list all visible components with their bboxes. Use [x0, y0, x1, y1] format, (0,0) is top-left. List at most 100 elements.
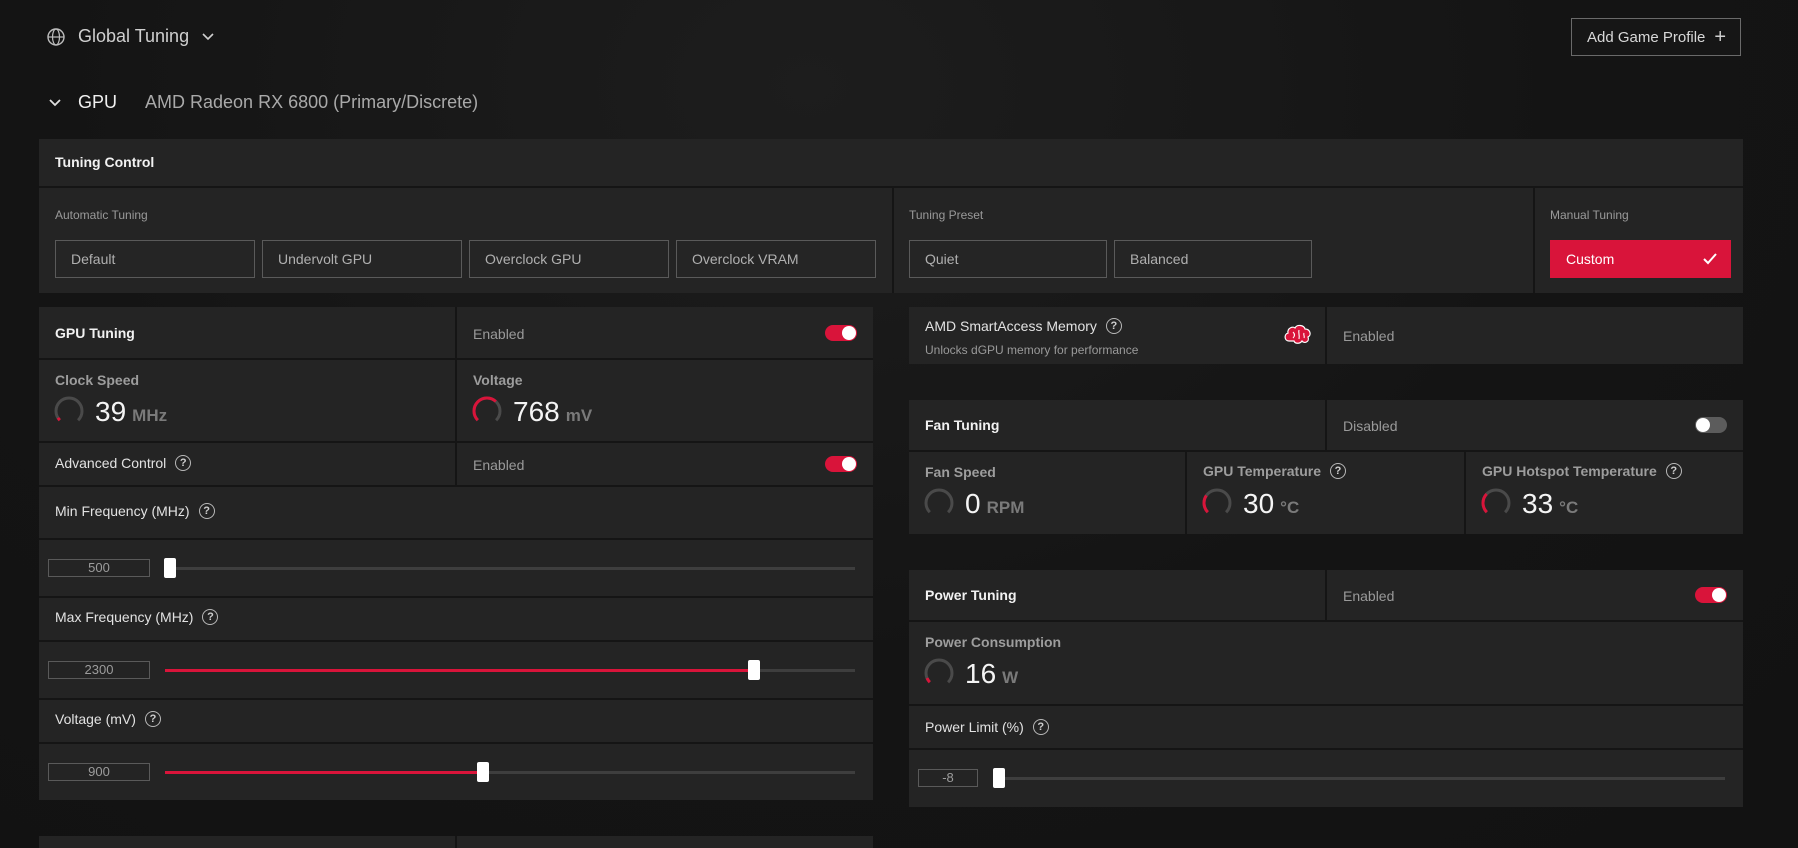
- undervolt-gpu-button[interactable]: Undervolt GPU: [262, 240, 462, 278]
- min-frequency-row: Min Frequency (MHz) ?: [55, 503, 215, 519]
- fan-speed-label: Fan Speed: [925, 464, 996, 480]
- voltage-mv-input[interactable]: 900: [48, 763, 150, 781]
- hotspot-temperature-value: 33: [1522, 488, 1554, 519]
- power-limit-input[interactable]: -8: [918, 769, 978, 787]
- voltage-unit: mV: [565, 406, 593, 425]
- smart-access-status: Enabled: [1343, 328, 1395, 344]
- voltage-mv-slider-thumb[interactable]: [477, 762, 489, 782]
- min-frequency-input[interactable]: 500: [48, 559, 150, 577]
- add-game-profile-button[interactable]: Add Game Profile +: [1571, 18, 1741, 56]
- help-icon[interactable]: ?: [198, 503, 215, 519]
- gpu-temperature-readout: 30 °C: [1243, 488, 1299, 520]
- tuning-control-panel: Tuning Control Automatic Tuning Default …: [39, 139, 1743, 293]
- voltage-gauge: [472, 396, 502, 426]
- overclock-gpu-button[interactable]: Overclock GPU: [469, 240, 669, 278]
- hotspot-temperature-label-row: GPU Hotspot Temperature ?: [1482, 463, 1682, 479]
- power-limit-label: Power Limit (%): [925, 719, 1024, 735]
- tuning-preset-label: Tuning Preset: [909, 208, 984, 222]
- min-frequency-track[interactable]: [165, 567, 855, 570]
- voltage-label: Voltage: [473, 372, 523, 388]
- min-frequency-slider-thumb[interactable]: [164, 558, 176, 578]
- gpu-tuning-title: GPU Tuning: [55, 325, 135, 341]
- power-consumption-unit: W: [1002, 668, 1019, 687]
- max-frequency-input[interactable]: 2300: [48, 661, 150, 679]
- help-icon[interactable]: ?: [1105, 318, 1122, 334]
- voltage-mv-label: Voltage (mV): [55, 711, 136, 727]
- smart-access-subtitle: Unlocks dGPU memory for performance: [925, 343, 1139, 357]
- balanced-preset-button[interactable]: Balanced: [1114, 240, 1312, 278]
- smart-access-memory-panel: AMD SmartAccess Memory ? Unlocks dGPU me…: [909, 307, 1743, 364]
- custom-tuning-button[interactable]: Custom: [1550, 240, 1731, 278]
- power-limit-slider-thumb[interactable]: [993, 768, 1005, 788]
- help-icon[interactable]: ?: [1032, 719, 1049, 735]
- help-icon[interactable]: ?: [175, 455, 192, 471]
- smart-access-title-row: AMD SmartAccess Memory ?: [925, 318, 1122, 334]
- clock-speed-gauge: [54, 396, 84, 426]
- max-frequency-fill: [165, 669, 754, 672]
- gpu-tuning-toggle[interactable]: [825, 325, 857, 341]
- help-icon[interactable]: ?: [1330, 463, 1346, 479]
- quiet-preset-button[interactable]: Quiet: [909, 240, 1107, 278]
- power-consumption-label: Power Consumption: [925, 634, 1062, 650]
- clock-speed-unit: MHz: [132, 406, 168, 425]
- fan-speed-gauge: [924, 488, 954, 518]
- power-tuning-status: Enabled: [1343, 588, 1395, 604]
- help-icon[interactable]: ?: [1665, 463, 1682, 479]
- voltage-mv-fill: [165, 771, 483, 774]
- gpu-name: AMD Radeon RX 6800 (Primary/Discrete): [145, 92, 479, 112]
- smart-access-title: AMD SmartAccess Memory: [925, 318, 1097, 334]
- fan-tuning-title: Fan Tuning: [925, 417, 1000, 433]
- profile-selector[interactable]: Global Tuning: [46, 26, 215, 47]
- manual-tuning-label: Manual Tuning: [1550, 208, 1629, 222]
- chevron-down-icon: [202, 32, 214, 40]
- fan-speed-unit: RPM: [986, 498, 1025, 517]
- default-button[interactable]: Default: [55, 240, 255, 278]
- gpu-section-header[interactable]: GPU AMD Radeon RX 6800 (Primary/Discrete…: [48, 92, 478, 113]
- gpu-tuning-status: Enabled: [473, 326, 525, 342]
- fan-tuning-status: Disabled: [1343, 418, 1398, 434]
- chevron-down-icon[interactable]: [48, 96, 62, 110]
- voltage-readout: 768 mV: [513, 396, 592, 428]
- add-game-profile-label: Add Game Profile: [1587, 28, 1706, 46]
- clock-speed-readout: 39 MHz: [95, 396, 167, 428]
- help-icon[interactable]: ?: [144, 711, 161, 727]
- plus-icon: +: [1714, 26, 1726, 48]
- clock-speed-value: 39: [95, 396, 127, 427]
- check-icon: [1703, 253, 1717, 265]
- profile-label: Global Tuning: [78, 26, 190, 46]
- next-panel: [39, 836, 873, 848]
- gpu-label: GPU: [78, 92, 118, 112]
- help-icon[interactable]: ?: [202, 609, 219, 625]
- gpu-temperature-gauge: [1202, 488, 1232, 518]
- gpu-tuning-panel: GPU Tuning Enabled Clock Speed 39 MHz Vol…: [39, 307, 873, 800]
- tuning-control-title: Tuning Control: [55, 154, 155, 170]
- power-tuning-panel: Power Tuning Enabled Power Consumption 1…: [909, 570, 1743, 807]
- max-frequency-slider-thumb[interactable]: [748, 660, 760, 680]
- brain-icon: [1284, 324, 1311, 344]
- overclock-vram-button[interactable]: Overclock VRAM: [676, 240, 876, 278]
- power-tuning-toggle[interactable]: [1695, 587, 1727, 603]
- fan-tuning-panel: Fan Tuning Disabled Fan Speed 0 RPM GPU T…: [909, 400, 1743, 534]
- fan-tuning-toggle[interactable]: [1695, 417, 1727, 433]
- fan-speed-value: 0: [965, 488, 981, 519]
- max-frequency-row: Max Frequency (MHz) ?: [55, 609, 219, 625]
- min-frequency-label: Min Frequency (MHz): [55, 503, 190, 519]
- power-consumption-readout: 16 W: [965, 658, 1018, 690]
- automatic-tuning-label: Automatic Tuning: [55, 208, 148, 222]
- gpu-temperature-label-row: GPU Temperature ?: [1203, 463, 1346, 479]
- power-limit-track[interactable]: [997, 777, 1725, 780]
- fan-speed-readout: 0 RPM: [965, 488, 1024, 520]
- globe-icon: [47, 27, 65, 46]
- hotspot-temperature-label: GPU Hotspot Temperature: [1482, 463, 1657, 479]
- advanced-control-label: Advanced Control: [55, 455, 167, 471]
- hotspot-temperature-unit: °C: [1559, 498, 1579, 517]
- gpu-temperature-label: GPU Temperature: [1203, 463, 1321, 479]
- advanced-control-toggle[interactable]: [825, 456, 857, 472]
- gpu-temperature-unit: °C: [1280, 498, 1300, 517]
- max-frequency-label: Max Frequency (MHz): [55, 609, 194, 625]
- voltage-value: 768: [513, 396, 560, 427]
- gpu-temperature-value: 30: [1243, 488, 1275, 519]
- power-tuning-title: Power Tuning: [925, 587, 1017, 603]
- custom-tuning-label: Custom: [1566, 251, 1615, 267]
- advanced-control-status: Enabled: [473, 457, 525, 473]
